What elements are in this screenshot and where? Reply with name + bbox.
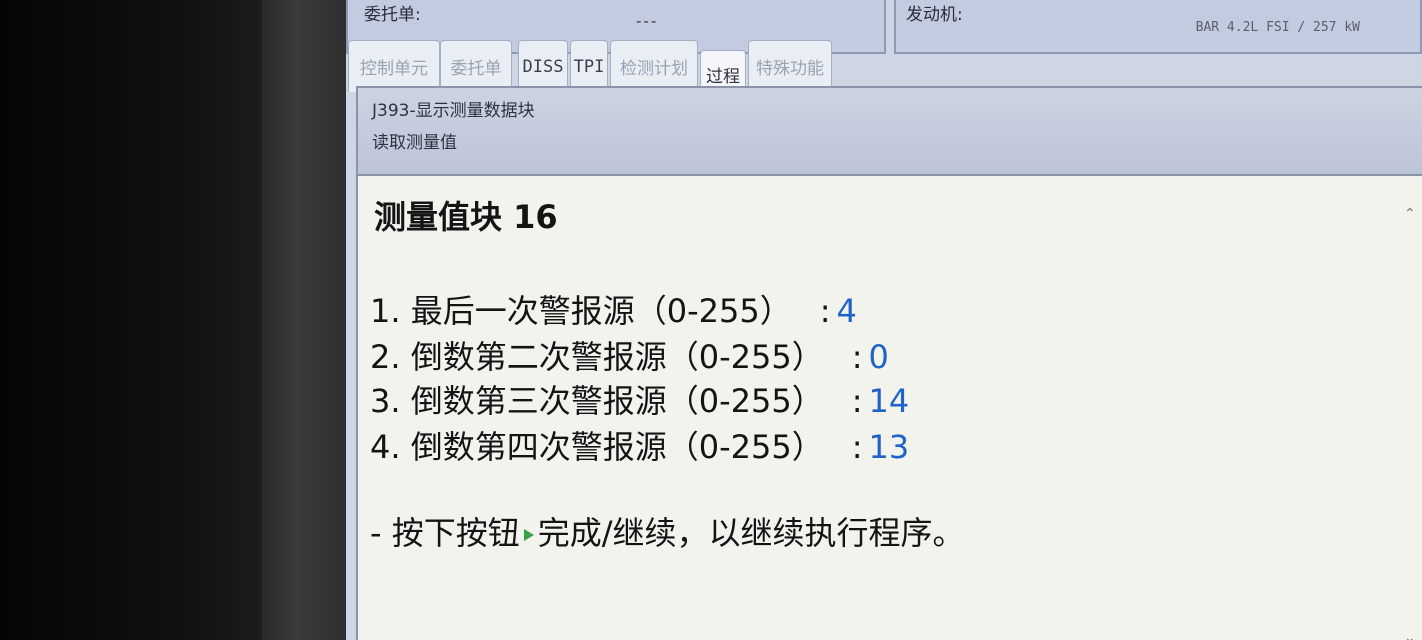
play-triangle-icon [523, 529, 534, 541]
monitor-bezel [0, 0, 262, 640]
block-title: 测量值块 16 [374, 192, 558, 238]
measurement-panel: 测量值块 16 1. 最后一次警报源（0-255）:4 2. 倒数第二次警报源（… [358, 178, 1422, 640]
instruction-suffix: 完成/继续，以继续执行程序。 [537, 514, 965, 552]
chevron-up-icon[interactable]: ⌃ [1404, 206, 1416, 222]
engine-label: 发动机: [906, 5, 963, 25]
measurement-row: 4. 倒数第四次警报源（0-255）:13 [370, 422, 909, 468]
tab-test-plan[interactable]: 检测计划 [610, 40, 698, 92]
procedure-title: J393-显示测量数据块 [372, 101, 535, 121]
measurement-value: 13 [868, 428, 910, 466]
order-value: --- [636, 12, 659, 30]
vertical-scrollbar[interactable]: ⌃ ⌄ [1402, 206, 1418, 640]
measurement-value: 0 [868, 338, 889, 376]
chevron-down-icon[interactable]: ⌄ [1404, 630, 1416, 640]
tab-special-functions[interactable]: 特殊功能 [748, 40, 832, 92]
block-title-label: 测量值块 [374, 198, 503, 236]
measurement-row: 2. 倒数第二次警报源（0-255）:0 [370, 332, 889, 378]
measurement-value: 4 [836, 292, 857, 330]
procedure-subtitle: 读取测量值 [372, 133, 457, 153]
instruction-text: - 按下按钮 完成/继续，以继续执行程序。 [370, 508, 965, 554]
monitor-bezel-edge [262, 0, 348, 640]
measurement-row: 1. 最后一次警报源（0-255）:4 [370, 286, 857, 332]
block-number: 16 [513, 198, 558, 236]
tab-order[interactable]: 委托单 [440, 40, 512, 92]
separator: : [819, 292, 831, 330]
engine-info: BAR 4.2L FSI / 257 kW [1195, 20, 1360, 35]
tab-control-unit[interactable]: 控制单元 [348, 40, 440, 92]
procedure-header: J393-显示测量数据块 读取测量值 [358, 88, 1422, 176]
measurement-label: 2. 倒数第二次警报源（0-255） [370, 338, 824, 376]
order-label: 委托单: [364, 5, 421, 25]
separator: : [851, 382, 863, 420]
tab-diss[interactable]: DISS [518, 40, 568, 92]
measurement-label: 1. 最后一次警报源（0-255） [370, 292, 792, 330]
diagnostic-screen: 委托单: --- 发动机: BAR 4.2L FSI / 257 kW 控制单元… [346, 0, 1422, 640]
measurement-row: 3. 倒数第三次警报源（0-255）:14 [370, 376, 909, 422]
measurement-label: 3. 倒数第三次警报源（0-255） [370, 382, 824, 420]
measurement-value: 14 [868, 382, 910, 420]
tab-tpi[interactable]: TPI [570, 40, 608, 92]
separator: : [851, 338, 863, 376]
measurement-label: 4. 倒数第四次警报源（0-255） [370, 428, 824, 466]
content-window: J393-显示测量数据块 读取测量值 测量值块 16 1. 最后一次警报源（0-… [356, 86, 1422, 640]
instruction-prefix: - 按下按钮 [370, 514, 520, 552]
separator: : [851, 428, 863, 466]
